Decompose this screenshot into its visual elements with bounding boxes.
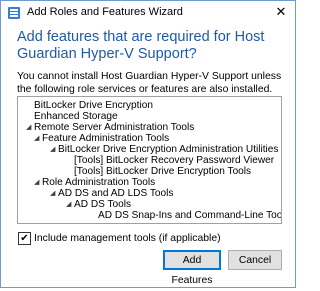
tree-item-label: [Tools] BitLocker Recovery Password View… [74, 155, 275, 166]
dialog-description: You cannot install Host Guardian Hyper-V… [17, 71, 282, 95]
tree-item[interactable]: Enhanced Storage [34, 111, 118, 122]
tree-item[interactable]: ◢ BitLocker Drive Encryption Administrati… [50, 144, 278, 155]
include-tools-checkbox[interactable]: ✔ [18, 232, 31, 245]
include-tools-label[interactable]: Include management tools (if applicable) [34, 232, 221, 245]
tree-item-label: BitLocker Drive Encryption Administratio… [58, 144, 279, 155]
tree-item-label: Remote Server Administration Tools [34, 122, 195, 133]
tree-item[interactable]: [Tools] BitLocker Drive Encryption Tools [74, 166, 251, 177]
tree-item-label: AD DS and AD LDS Tools [58, 188, 174, 199]
tree-item[interactable]: ◢ AD DS and AD LDS Tools [50, 188, 173, 199]
expanded-arrow-icon[interactable]: ◢ [50, 188, 58, 199]
cancel-button[interactable]: Cancel [228, 250, 282, 270]
wizard-window: Add Roles and Features Wizard ✕ Add feat… [0, 0, 296, 288]
tree-item-label: BitLocker Drive Encryption [34, 100, 153, 111]
tree-item[interactable]: [Tools] BitLocker Recovery Password View… [74, 155, 274, 166]
expanded-arrow-icon[interactable]: ◢ [34, 177, 42, 188]
tree-item-label: AD DS Snap-Ins and Command-Line Tools [98, 210, 282, 221]
server-manager-icon [7, 6, 21, 20]
tree-item-label: Enhanced Storage [34, 111, 118, 122]
dialog-heading: Add features that are required for Host … [17, 29, 265, 62]
tree-item-label: [Tools] BitLocker Drive Encryption Tools [74, 166, 252, 177]
tree-item-label: Role Administration Tools [42, 177, 156, 188]
tree-item[interactable]: AD DS Snap-Ins and Command-Line Tools [98, 210, 282, 221]
expanded-arrow-icon[interactable]: ◢ [66, 199, 74, 210]
title-bar[interactable]: Add Roles and Features Wizard ✕ [1, 1, 295, 25]
tree-item[interactable]: ◢ Role Administration Tools [34, 177, 155, 188]
tree-item-label: Feature Administration Tools [42, 133, 170, 144]
close-icon[interactable]: ✕ [267, 1, 295, 23]
required-features-tree[interactable]: BitLocker Drive Encryption Enhanced Stor… [17, 96, 282, 224]
expanded-arrow-icon[interactable]: ◢ [50, 144, 58, 155]
expanded-arrow-icon[interactable]: ◢ [34, 133, 42, 144]
tree-item[interactable]: ◢ AD DS Tools [66, 199, 131, 210]
expanded-arrow-icon[interactable]: ◢ [26, 122, 34, 133]
tree-item[interactable]: ◢ Remote Server Administration Tools [26, 122, 194, 133]
window-title: Add Roles and Features Wizard [27, 6, 183, 18]
tree-item-label: AD DS Tools [74, 199, 132, 210]
add-features-button[interactable]: Add Features [163, 250, 221, 286]
tree-item[interactable]: ◢ Feature Administration Tools [34, 133, 169, 144]
tree-item[interactable]: BitLocker Drive Encryption [34, 100, 153, 111]
